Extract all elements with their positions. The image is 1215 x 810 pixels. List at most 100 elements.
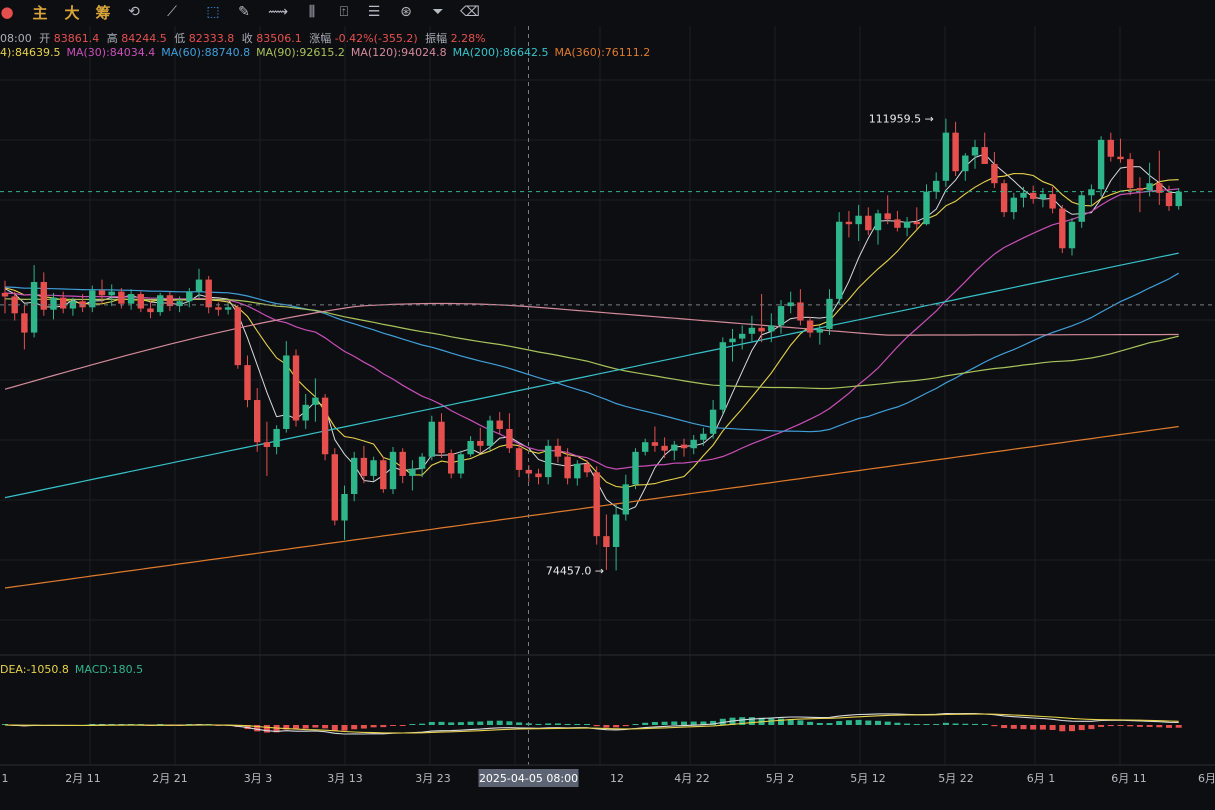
ma-legend-item: MA(30):84034.4 bbox=[66, 46, 156, 59]
candle-body bbox=[331, 454, 338, 521]
candle-body bbox=[933, 180, 940, 192]
candle-body bbox=[545, 445, 552, 478]
macd-histogram-bar bbox=[855, 719, 862, 725]
macd-histogram-bar bbox=[1175, 725, 1182, 728]
candle-body bbox=[816, 328, 823, 333]
candle-body bbox=[719, 342, 726, 410]
macd-histogram-bar bbox=[836, 721, 843, 725]
candle-body bbox=[758, 327, 765, 332]
macd-histogram-bar bbox=[923, 724, 930, 725]
high-annotation: 111959.5 → bbox=[869, 113, 934, 126]
candle-body bbox=[865, 215, 872, 231]
candle-body bbox=[826, 298, 833, 329]
macd-histogram-bar bbox=[574, 724, 581, 725]
macd-legend-item: MACD:180.5 bbox=[74, 663, 144, 676]
macd-histogram-bar bbox=[457, 722, 464, 725]
candle-body bbox=[1030, 192, 1037, 199]
macd-histogram-bar bbox=[341, 725, 348, 731]
candle-body bbox=[21, 313, 28, 333]
macd-histogram-bar bbox=[748, 717, 755, 725]
macd-histogram-bar bbox=[409, 724, 416, 725]
candle-body bbox=[127, 294, 135, 304]
candle-body bbox=[1, 292, 9, 297]
candle-body bbox=[671, 444, 678, 451]
macd-legend-item: DEA:-1050.8 bbox=[0, 663, 69, 676]
candle-body bbox=[195, 279, 203, 292]
candle-body bbox=[370, 460, 377, 476]
candle-body bbox=[642, 442, 649, 452]
x-tick-label: 1 bbox=[2, 772, 9, 785]
info-amp: 2.28% bbox=[450, 32, 486, 45]
ma-legend-item: 4):84639.5 bbox=[0, 46, 61, 59]
candle-body bbox=[79, 301, 86, 308]
macd-histogram-bar bbox=[894, 722, 901, 725]
macd-histogram-bar bbox=[545, 723, 552, 725]
candle-body bbox=[1146, 183, 1153, 191]
macd-histogram-bar bbox=[826, 723, 833, 725]
ma-120-line bbox=[4, 302, 1179, 390]
ma-legend: 4):84639.5 MA(30):84034.4 MA(60):88740.8 MA… bbox=[0, 46, 656, 59]
info-change: -0.42%(-355.2) bbox=[334, 32, 418, 45]
macd-histogram-bar bbox=[613, 725, 620, 728]
candle-body bbox=[477, 441, 484, 446]
candle-body bbox=[428, 421, 435, 457]
candle-body bbox=[1107, 139, 1114, 157]
candle-body bbox=[525, 469, 532, 474]
macd-histogram-bar bbox=[875, 720, 881, 725]
macd-histogram-bar bbox=[428, 721, 435, 725]
x-tick-label: 6月 bbox=[1198, 772, 1215, 785]
candle-body bbox=[283, 355, 290, 429]
candle-body bbox=[836, 221, 843, 299]
ma-legend-item: MA(90):92615.2 bbox=[256, 46, 345, 59]
candle-body bbox=[1117, 156, 1124, 160]
macd-histogram-bar bbox=[360, 725, 367, 729]
x-axis: 1 2月 11 2月 21 3月 3 3月 13 3月 23 12 4月 22 5月 2 5月 1… bbox=[0, 764, 1215, 787]
candle-body bbox=[661, 445, 668, 451]
candle-body bbox=[913, 221, 920, 225]
info-low-label: 低 bbox=[174, 32, 186, 45]
candle-body bbox=[942, 132, 950, 181]
candle-body bbox=[806, 320, 814, 333]
candle-body bbox=[574, 463, 581, 479]
candle-body bbox=[215, 307, 222, 310]
candlestick-chart[interactable]: 111959.5 → 74457.0 → 1 2月 11 2月 21 3月 3 3月 13… bbox=[0, 0, 1215, 810]
candle-body bbox=[729, 338, 736, 343]
macd-histogram-bar bbox=[535, 723, 542, 725]
candle-body bbox=[312, 397, 319, 405]
candle-body bbox=[118, 291, 125, 304]
macd-histogram-bar bbox=[942, 722, 949, 725]
x-tick-label: 5月 12 bbox=[850, 772, 886, 785]
macd-histogram-bar bbox=[1010, 725, 1017, 729]
candle-body bbox=[438, 421, 445, 454]
macd-histogram-bar bbox=[1166, 725, 1172, 728]
macd-histogram-bar bbox=[399, 725, 406, 726]
candle-body bbox=[273, 428, 280, 448]
candle-body bbox=[186, 291, 193, 302]
macd-histogram-bar bbox=[690, 721, 697, 725]
candle-body bbox=[690, 439, 697, 449]
candle-body bbox=[962, 155, 969, 172]
macd-histogram-bar bbox=[487, 720, 493, 725]
candle-body bbox=[1010, 197, 1017, 213]
candle-body bbox=[380, 460, 387, 490]
candle-body bbox=[1127, 159, 1134, 189]
info-high: 84244.5 bbox=[121, 32, 167, 45]
macd-histogram-bar bbox=[981, 724, 988, 725]
candle-body bbox=[1049, 194, 1056, 209]
candle-body bbox=[321, 397, 329, 455]
candle-body bbox=[748, 327, 756, 334]
macd-histogram-bar bbox=[1088, 725, 1095, 730]
x-tick-label: 6月 11 bbox=[1111, 772, 1147, 785]
candle-body bbox=[40, 282, 47, 310]
candle-body bbox=[564, 456, 571, 479]
macd-histogram-bar bbox=[1069, 725, 1075, 732]
candle-body bbox=[205, 279, 212, 308]
macd-histogram-bar bbox=[1107, 725, 1114, 727]
macd-legend: DEA:-1050.8 MACD:180.5 bbox=[0, 663, 149, 676]
macd-histogram-bar bbox=[671, 721, 678, 725]
info-open-label: 开 bbox=[39, 32, 51, 45]
moving-average-lines bbox=[4, 153, 1180, 589]
candle-body bbox=[157, 295, 164, 313]
candle-body bbox=[341, 494, 348, 521]
candle-body bbox=[855, 215, 862, 225]
